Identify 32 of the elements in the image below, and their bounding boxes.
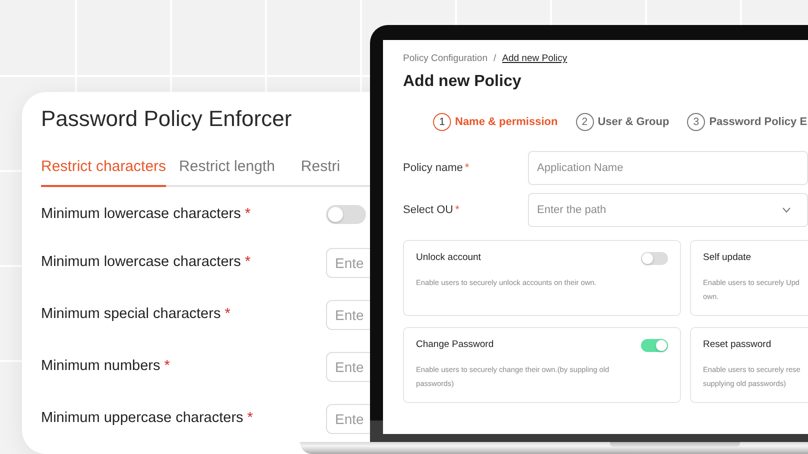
field-label: Select OU * — [403, 203, 460, 218]
card-title: Reset password — [703, 338, 772, 352]
toggle-switch[interactable] — [641, 252, 668, 266]
input-field[interactable]: Ente — [326, 248, 370, 278]
breadcrumb-link[interactable]: Policy Configuration — [403, 52, 488, 66]
tab[interactable]: Restrict characters — [41, 156, 166, 187]
breadcrumb-separator: / — [494, 52, 496, 66]
step-tab[interactable]: 1 Name & permission — [433, 113, 558, 132]
panel-title: Password Policy Enforcer — [41, 106, 292, 132]
field-label: Minimum uppercase characters * — [41, 409, 254, 428]
toggle-switch[interactable] — [326, 205, 366, 224]
breadcrumb-link[interactable]: Add new Policy — [502, 52, 568, 66]
step-tab[interactable]: 3 Password Policy E — [687, 113, 808, 132]
field-label: Minimum lowercase characters * — [41, 205, 252, 224]
step-tab[interactable]: 2 User & Group — [576, 113, 670, 132]
tab[interactable]: Restrict length — [179, 156, 288, 187]
input-field[interactable]: Application Name — [528, 151, 808, 186]
field-label: Minimum lowercase characters * — [41, 253, 252, 272]
page-title: Add new Policy — [403, 72, 522, 92]
field-label: Minimum numbers * — [41, 357, 171, 376]
field-label: Minimum special characters * — [41, 305, 232, 324]
card-title: Self update — [703, 251, 752, 266]
input-field[interactable]: Ente — [326, 300, 370, 330]
card-title: Change Password — [416, 338, 494, 352]
input-field[interactable]: Ente — [326, 352, 370, 382]
tab[interactable]: Restri — [300, 156, 354, 187]
card-title: Unlock account — [416, 251, 481, 266]
field-label: Policy name * — [403, 161, 470, 176]
chevron-down-icon — [782, 207, 791, 214]
toggle-switch[interactable] — [641, 339, 668, 352]
select-field[interactable]: Enter the path — [528, 193, 808, 228]
input-field[interactable]: Ente — [326, 404, 370, 434]
